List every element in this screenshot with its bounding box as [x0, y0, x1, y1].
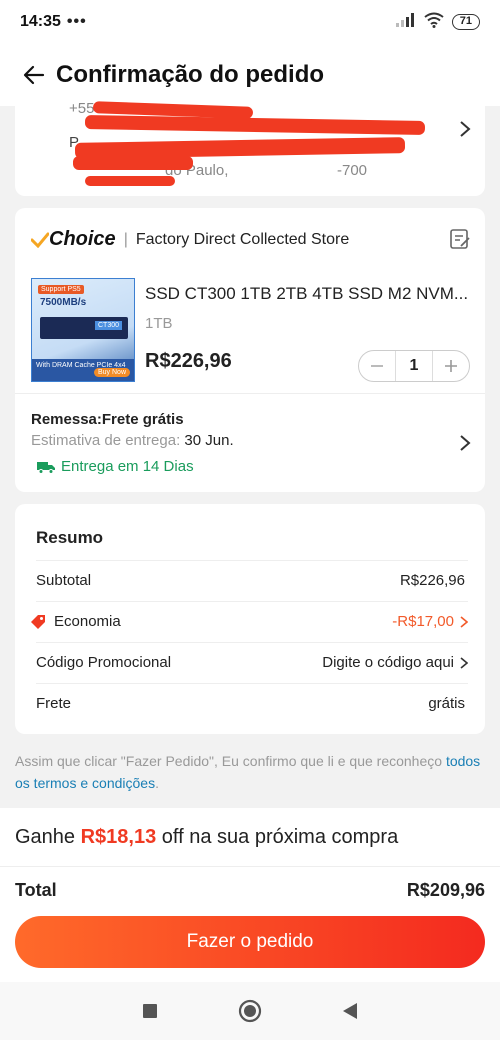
status-icons: 71	[395, 12, 480, 33]
summary-value: R$226,96	[399, 572, 465, 589]
total-label: Total	[15, 880, 57, 900]
truck-icon	[37, 461, 55, 474]
quantity-stepper: 1	[358, 350, 470, 382]
delivery-days: Entrega em 14 Dias	[37, 458, 194, 475]
redaction-mark	[84, 115, 426, 135]
chevron-right-icon	[460, 435, 471, 451]
summary-card: Resumo Subtotal R$226,96 Economia -R$17,…	[15, 504, 485, 734]
back-arrow-icon	[23, 65, 45, 85]
choice-brand: Choice	[49, 228, 116, 250]
summary-label: Código Promocional	[36, 654, 172, 671]
promo-code-placeholder: Digite o código aqui	[322, 654, 454, 671]
ssd-illustration: CT300	[40, 317, 128, 339]
ssd-label: CT300	[94, 321, 122, 330]
plus-icon	[445, 360, 457, 372]
redaction-mark	[73, 156, 193, 170]
divider	[0, 866, 500, 867]
summary-value-wrap: -R$17,00	[392, 613, 468, 630]
image-buy-now: Buy Now	[93, 368, 130, 377]
address-line-3-suffix: -700	[337, 162, 368, 179]
legal-end: .	[155, 775, 159, 791]
increase-quantity-button[interactable]	[433, 351, 469, 381]
back-button[interactable]	[18, 59, 50, 91]
minus-icon	[371, 365, 383, 367]
redaction-mark	[85, 176, 175, 186]
page-title: Confirmação do pedido	[56, 61, 325, 88]
summary-label: Economia	[54, 613, 121, 630]
store-card: Choice | Factory Direct Collected Store …	[15, 208, 485, 492]
divider	[15, 393, 485, 394]
summary-value-wrap: Digite o código aqui	[322, 654, 468, 671]
store-header[interactable]: Choice | Factory Direct Collected Store	[31, 228, 349, 251]
summary-row-promo-code[interactable]: Código Promocional Digite o código aqui	[36, 642, 468, 682]
legal-text: Assim que clicar "Fazer Pedido", Eu conf…	[15, 753, 446, 769]
choice-check-icon	[31, 232, 49, 248]
total-value: R$209,96	[406, 880, 485, 900]
delivery-days-text: Entrega em 14 Dias	[61, 458, 194, 475]
summary-row-shipping: Frete grátis	[36, 683, 468, 723]
status-bar: 14:35 ••• 71	[0, 0, 500, 44]
estimate-label: Estimativa de entrega:	[31, 432, 185, 449]
image-tag: Support PS5	[38, 285, 84, 294]
coupon-tag-icon	[31, 614, 45, 629]
product-image[interactable]: Support PS5 7500MB/s CT300 With DRAM Cac…	[31, 278, 135, 382]
nav-square-icon[interactable]	[142, 1003, 158, 1019]
checkout-panel: Ganhe R$18,13 off na sua próxima compra …	[0, 808, 500, 982]
nav-circle-icon[interactable]	[238, 999, 262, 1023]
decrease-quantity-button[interactable]	[359, 351, 395, 381]
summary-title: Resumo	[36, 528, 104, 547]
summary-value: -R$17,00	[392, 613, 454, 630]
status-dots: •••	[66, 13, 87, 30]
product-price: R$226,96	[145, 350, 232, 372]
image-speed: 7500MB/s	[40, 297, 87, 308]
quantity-value[interactable]: 1	[395, 351, 433, 381]
next-purchase-offer: Ganhe R$18,13 off na sua próxima compra	[15, 826, 398, 849]
estimate-date: 30 Jun.	[184, 432, 234, 449]
store-name: Factory Direct Collected Store	[135, 230, 350, 248]
shipping-estimate: Estimativa de entrega: 30 Jun.	[31, 432, 234, 449]
store-separator: |	[123, 230, 128, 248]
summary-row-subtotal: Subtotal R$226,96	[36, 560, 468, 600]
signal-icon	[395, 12, 416, 32]
product-title[interactable]: SSD CT300 1TB 2TB 4TB SSD M2 NVM...	[145, 284, 475, 304]
wifi-icon	[424, 12, 444, 33]
summary-row-discount[interactable]: Economia -R$17,00	[31, 601, 468, 641]
address-card[interactable]: +55 P do Paulo, -700	[15, 96, 485, 196]
shipping-title: Remessa:Frete grátis	[31, 411, 184, 428]
product-variant: 1TB	[145, 315, 173, 332]
chevron-right-icon	[460, 615, 468, 628]
earn-prefix: Ganhe	[15, 826, 81, 848]
system-nav-bar	[0, 982, 500, 1040]
chevron-right-icon	[460, 121, 471, 137]
note-edit-icon[interactable]	[449, 228, 471, 250]
earn-amount: R$18,13	[80, 826, 157, 848]
status-time: 14:35	[20, 13, 61, 30]
chevron-right-icon	[460, 656, 468, 669]
summary-label: Frete	[36, 695, 72, 712]
summary-value: grátis	[428, 695, 465, 712]
summary-label: Subtotal	[36, 572, 92, 589]
nav-back-triangle-icon[interactable]	[342, 1002, 358, 1020]
battery-indicator: 71	[451, 14, 480, 30]
legal-notice: Assim que clicar "Fazer Pedido", Eu conf…	[15, 750, 485, 794]
earn-suffix: off na sua próxima compra	[156, 826, 399, 848]
place-order-button[interactable]: Fazer o pedido	[15, 916, 485, 968]
